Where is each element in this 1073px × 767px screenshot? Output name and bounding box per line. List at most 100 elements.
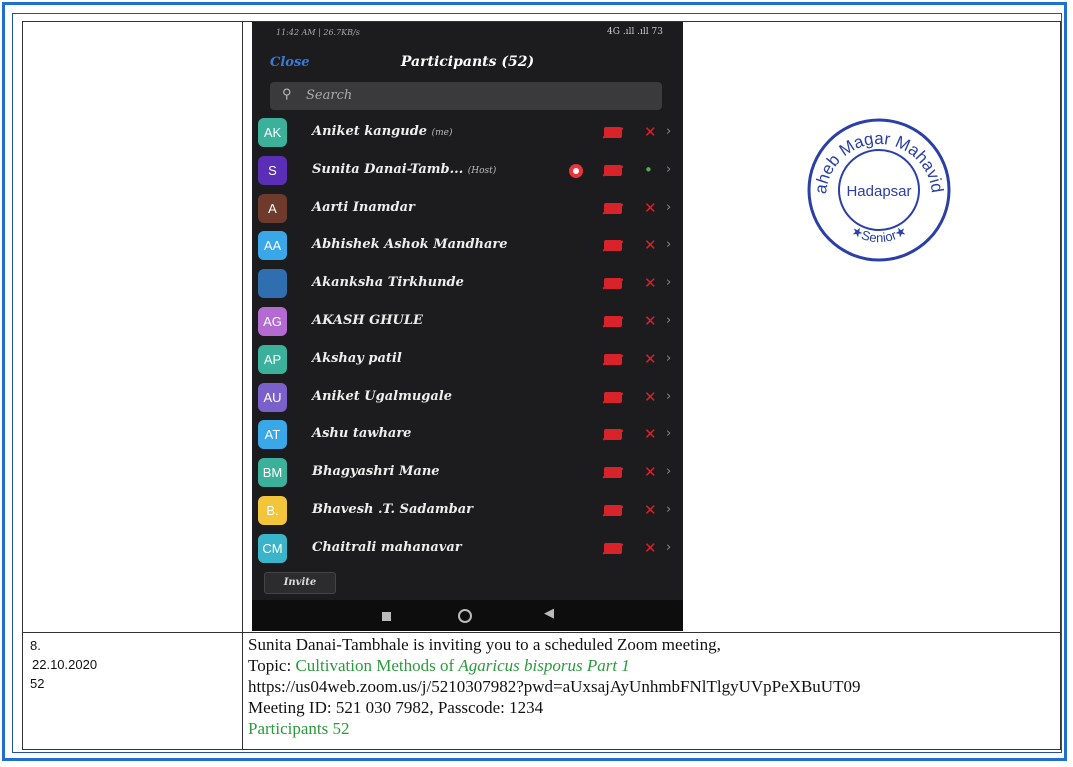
participant-name: Aarti Inamdar — [312, 200, 415, 215]
avatar: AT — [258, 420, 287, 450]
chevron-right-icon[interactable]: › — [666, 124, 671, 139]
search-input[interactable]: ⚲ Search — [270, 82, 662, 110]
participant-row[interactable]: AT Ashu tawhare ✕ › — [252, 417, 683, 453]
mic-muted-icon: ✕ — [644, 501, 657, 519]
mic-muted-icon: ✕ — [644, 236, 657, 255]
avatar: AG — [258, 307, 287, 336]
recording-icon — [569, 163, 583, 178]
meeting-date: 22.10.2020 — [32, 657, 98, 672]
avatar: A — [258, 193, 287, 223]
participant-name: Akanksha Tirkhunde — [312, 275, 464, 290]
search-placeholder: Search — [306, 88, 353, 103]
participant-name-text: Akanksha Tirkhunde — [312, 275, 464, 291]
participant-name: Akshay patil — [312, 351, 402, 366]
participant-name-text: Bhagyashri Mane — [312, 464, 440, 480]
participant-name: Bhagyashri Mane — [312, 464, 440, 479]
participant-row[interactable]: Akanksha Tirkhunde ✕ › — [252, 266, 683, 302]
avatar — [258, 269, 287, 299]
participant-count: 52 — [30, 676, 45, 691]
participant-name-text: Sunita Danai-Tamb... — [312, 161, 464, 177]
search-icon: ⚲ — [282, 87, 292, 102]
participants-title: Participants (52) — [400, 54, 535, 70]
participant-name-text: Chaitrali mahanavar — [312, 539, 462, 555]
participant-name-text: Abhishek Ashok Mandhare — [312, 237, 508, 253]
chevron-right-icon[interactable]: › — [666, 464, 671, 479]
participant-name-text: AKASH GHULE — [312, 313, 423, 328]
mic-on-icon: • — [644, 160, 653, 179]
chevron-right-icon[interactable]: › — [666, 200, 671, 215]
video-off-icon — [604, 278, 622, 290]
participant-row[interactable]: AU Aniket Ugalmugale ✕ › — [252, 380, 683, 416]
topic-italic: Agaricus bisporus Part 1 — [458, 656, 630, 675]
back-icon[interactable]: ◀ — [544, 606, 554, 621]
avatar: AP — [258, 344, 287, 374]
participant-row[interactable]: AG AKASH GHULE ✕ › — [252, 304, 683, 340]
participant-name: Chaitrali mahanavar — [312, 540, 462, 555]
meeting-link[interactable]: https://us04web.zoom.us/j/5210307982?pwd… — [248, 676, 1058, 697]
mic-muted-icon: ✕ — [644, 349, 657, 368]
chevron-right-icon[interactable]: › — [666, 426, 671, 441]
chevron-right-icon[interactable]: › — [666, 540, 671, 555]
mic-muted-icon: ✕ — [644, 198, 657, 217]
college-seal: Annasaheb Magar Mahavidyalaya Hadapsar ★… — [804, 115, 951, 262]
chevron-right-icon[interactable]: › — [666, 502, 671, 517]
video-off-icon — [604, 127, 622, 138]
participant-row[interactable]: AK Aniket kangude (me) ✕ › — [252, 115, 683, 151]
participant-name: Aniket kangude (me) — [312, 124, 453, 139]
participant-row[interactable]: B. Bhavesh .T. Sadambar ✕ › — [252, 493, 683, 529]
seal-bottom-text: ★Senior★ — [849, 223, 909, 246]
topic-line: Topic: Cultivation Methods of Agaricus b… — [248, 655, 1058, 676]
serial-number: 8. — [30, 638, 41, 653]
chevron-right-icon[interactable]: › — [666, 237, 671, 252]
participant-row[interactable]: AA Abhishek Ashok Mandhare ✕ › — [252, 228, 683, 264]
video-off-icon — [604, 391, 622, 403]
chevron-right-icon[interactable]: › — [666, 351, 671, 366]
mic-muted-icon: ✕ — [644, 312, 657, 330]
chevron-right-icon[interactable]: › — [666, 162, 671, 177]
participant-name: Aniket Ugalmugale — [312, 389, 452, 404]
video-off-icon — [604, 353, 622, 365]
avatar: AU — [258, 382, 287, 412]
participant-name-text: Ashu tawhare — [312, 426, 412, 442]
avatar: CM — [258, 533, 287, 563]
mic-muted-icon: ✕ — [644, 538, 657, 557]
participant-row[interactable]: A Aarti Inamdar ✕ › — [252, 191, 683, 227]
video-off-icon — [604, 202, 622, 214]
participant-name-text: Bhavesh .T. Sadambar — [312, 502, 474, 517]
video-off-icon — [604, 542, 622, 554]
mic-muted-icon: ✕ — [644, 274, 657, 293]
chevron-right-icon[interactable]: › — [666, 389, 671, 404]
video-off-icon — [604, 316, 622, 327]
video-off-icon — [604, 164, 622, 176]
svg-text:★Senior★: ★Senior★ — [849, 223, 909, 246]
table-column-divider — [242, 21, 243, 750]
meeting-id-line: Meeting ID: 521 030 7982, Passcode: 1234 — [248, 698, 544, 717]
invite-line: Sunita Danai-Tambhale is inviting you to… — [248, 635, 721, 654]
participant-row[interactable]: S Sunita Danai-Tamb... (Host) • › — [252, 153, 683, 189]
video-off-icon — [604, 467, 622, 479]
recents-icon[interactable] — [382, 612, 391, 621]
mic-muted-icon: ✕ — [644, 425, 657, 444]
invite-button[interactable]: Invite — [264, 572, 336, 594]
participant-name: AKASH GHULE — [312, 313, 423, 328]
participant-name: Ashu tawhare — [312, 426, 411, 441]
participant-row[interactable]: CM Chaitrali mahanavar ✕ › — [252, 531, 683, 567]
participant-name-text: Akshay patil — [312, 350, 402, 366]
participant-role-tag: (Host) — [467, 165, 497, 176]
participant-row[interactable]: BM Bhagyashri Mane ✕ › — [252, 455, 683, 491]
participant-name-text: Aniket Ugalmugale — [312, 388, 453, 404]
participant-row[interactable]: AP Akshay patil ✕ › — [252, 342, 683, 378]
chevron-right-icon[interactable]: › — [666, 313, 671, 328]
avatar: AA — [258, 231, 287, 261]
avatar: BM — [258, 458, 287, 488]
status-bar-icons: 4G .ıll .ıll 73 — [607, 27, 663, 37]
topic-label: Topic: — [248, 656, 296, 675]
avatar: S — [258, 155, 287, 185]
android-nav-bar: ◀ — [252, 600, 683, 631]
table-row-divider — [22, 632, 1061, 633]
home-icon[interactable] — [458, 609, 472, 623]
row-meta-cell: 8. 22.10.2020 52 — [30, 636, 97, 693]
video-off-icon — [604, 240, 622, 252]
chevron-right-icon[interactable]: › — [666, 275, 671, 290]
avatar: AK — [258, 118, 287, 147]
